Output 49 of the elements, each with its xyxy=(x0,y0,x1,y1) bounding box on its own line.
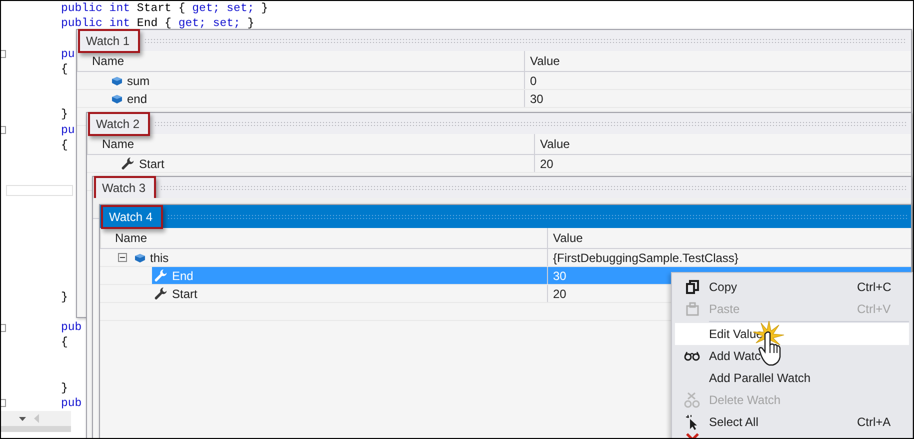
column-header[interactable]: Name xyxy=(77,51,524,71)
column-header[interactable]: Name xyxy=(87,134,534,154)
watch-value[interactable]: 20 xyxy=(534,155,911,172)
watch-name[interactable]: Start xyxy=(139,156,164,170)
caret-icon[interactable] xyxy=(19,416,26,421)
code-line: { xyxy=(61,62,68,77)
code-line: pu xyxy=(61,46,75,62)
wrench-icon xyxy=(154,269,168,282)
code-line: { xyxy=(61,138,68,153)
watch-value[interactable]: 30 xyxy=(524,90,911,107)
code-line: } xyxy=(61,290,68,305)
menu-item[interactable]: Add Parallel Watch xyxy=(675,367,909,389)
clipboard-icon xyxy=(686,302,698,316)
code-line: { xyxy=(61,335,68,350)
code-line: } xyxy=(61,380,68,396)
wrench-icon xyxy=(121,157,135,170)
copy-icon xyxy=(686,280,698,294)
scroll-left-icon[interactable] xyxy=(34,414,39,424)
watch-name[interactable]: Start xyxy=(172,286,198,300)
splitter-bar xyxy=(6,185,73,196)
watch-name[interactable]: end xyxy=(127,92,148,106)
code-line: public int End { get; set; } xyxy=(61,16,254,32)
watch-name[interactable]: this xyxy=(150,250,169,264)
column-header[interactable]: Value xyxy=(534,134,911,154)
column-header[interactable]: Name xyxy=(100,228,547,248)
field-icon xyxy=(134,252,146,262)
cursor-icon xyxy=(686,414,698,430)
wrench-icon xyxy=(154,287,168,300)
column-header[interactable]: Value xyxy=(547,228,911,248)
menu-item[interactable]: Copy Ctrl+C xyxy=(675,276,909,298)
collapse-icon[interactable] xyxy=(118,253,127,262)
menu-item[interactable]: Select All Ctrl+A xyxy=(675,411,909,433)
watch-value[interactable]: 0 xyxy=(524,72,911,89)
window-title: Watch 4 xyxy=(101,204,163,228)
code-line: pu xyxy=(61,122,75,138)
glasses-icon xyxy=(684,351,700,361)
code-line: pub xyxy=(61,396,82,411)
window-title: Watch 1 xyxy=(78,28,140,52)
watch-name[interactable]: sum xyxy=(127,74,150,88)
menu-item[interactable]: Add Watc xyxy=(675,345,909,367)
window-title: Watch 2 xyxy=(88,112,150,136)
field-icon xyxy=(111,94,123,104)
code-line: } xyxy=(61,107,68,122)
field-icon xyxy=(111,76,123,86)
code-line: public int Start { get; set; } xyxy=(61,1,268,16)
code-line: pub xyxy=(61,320,82,336)
column-header[interactable]: Value xyxy=(524,51,911,71)
watch-value[interactable]: {FirstDebuggingSample.TestClass} xyxy=(547,249,911,266)
glasses-icon xyxy=(684,392,700,408)
